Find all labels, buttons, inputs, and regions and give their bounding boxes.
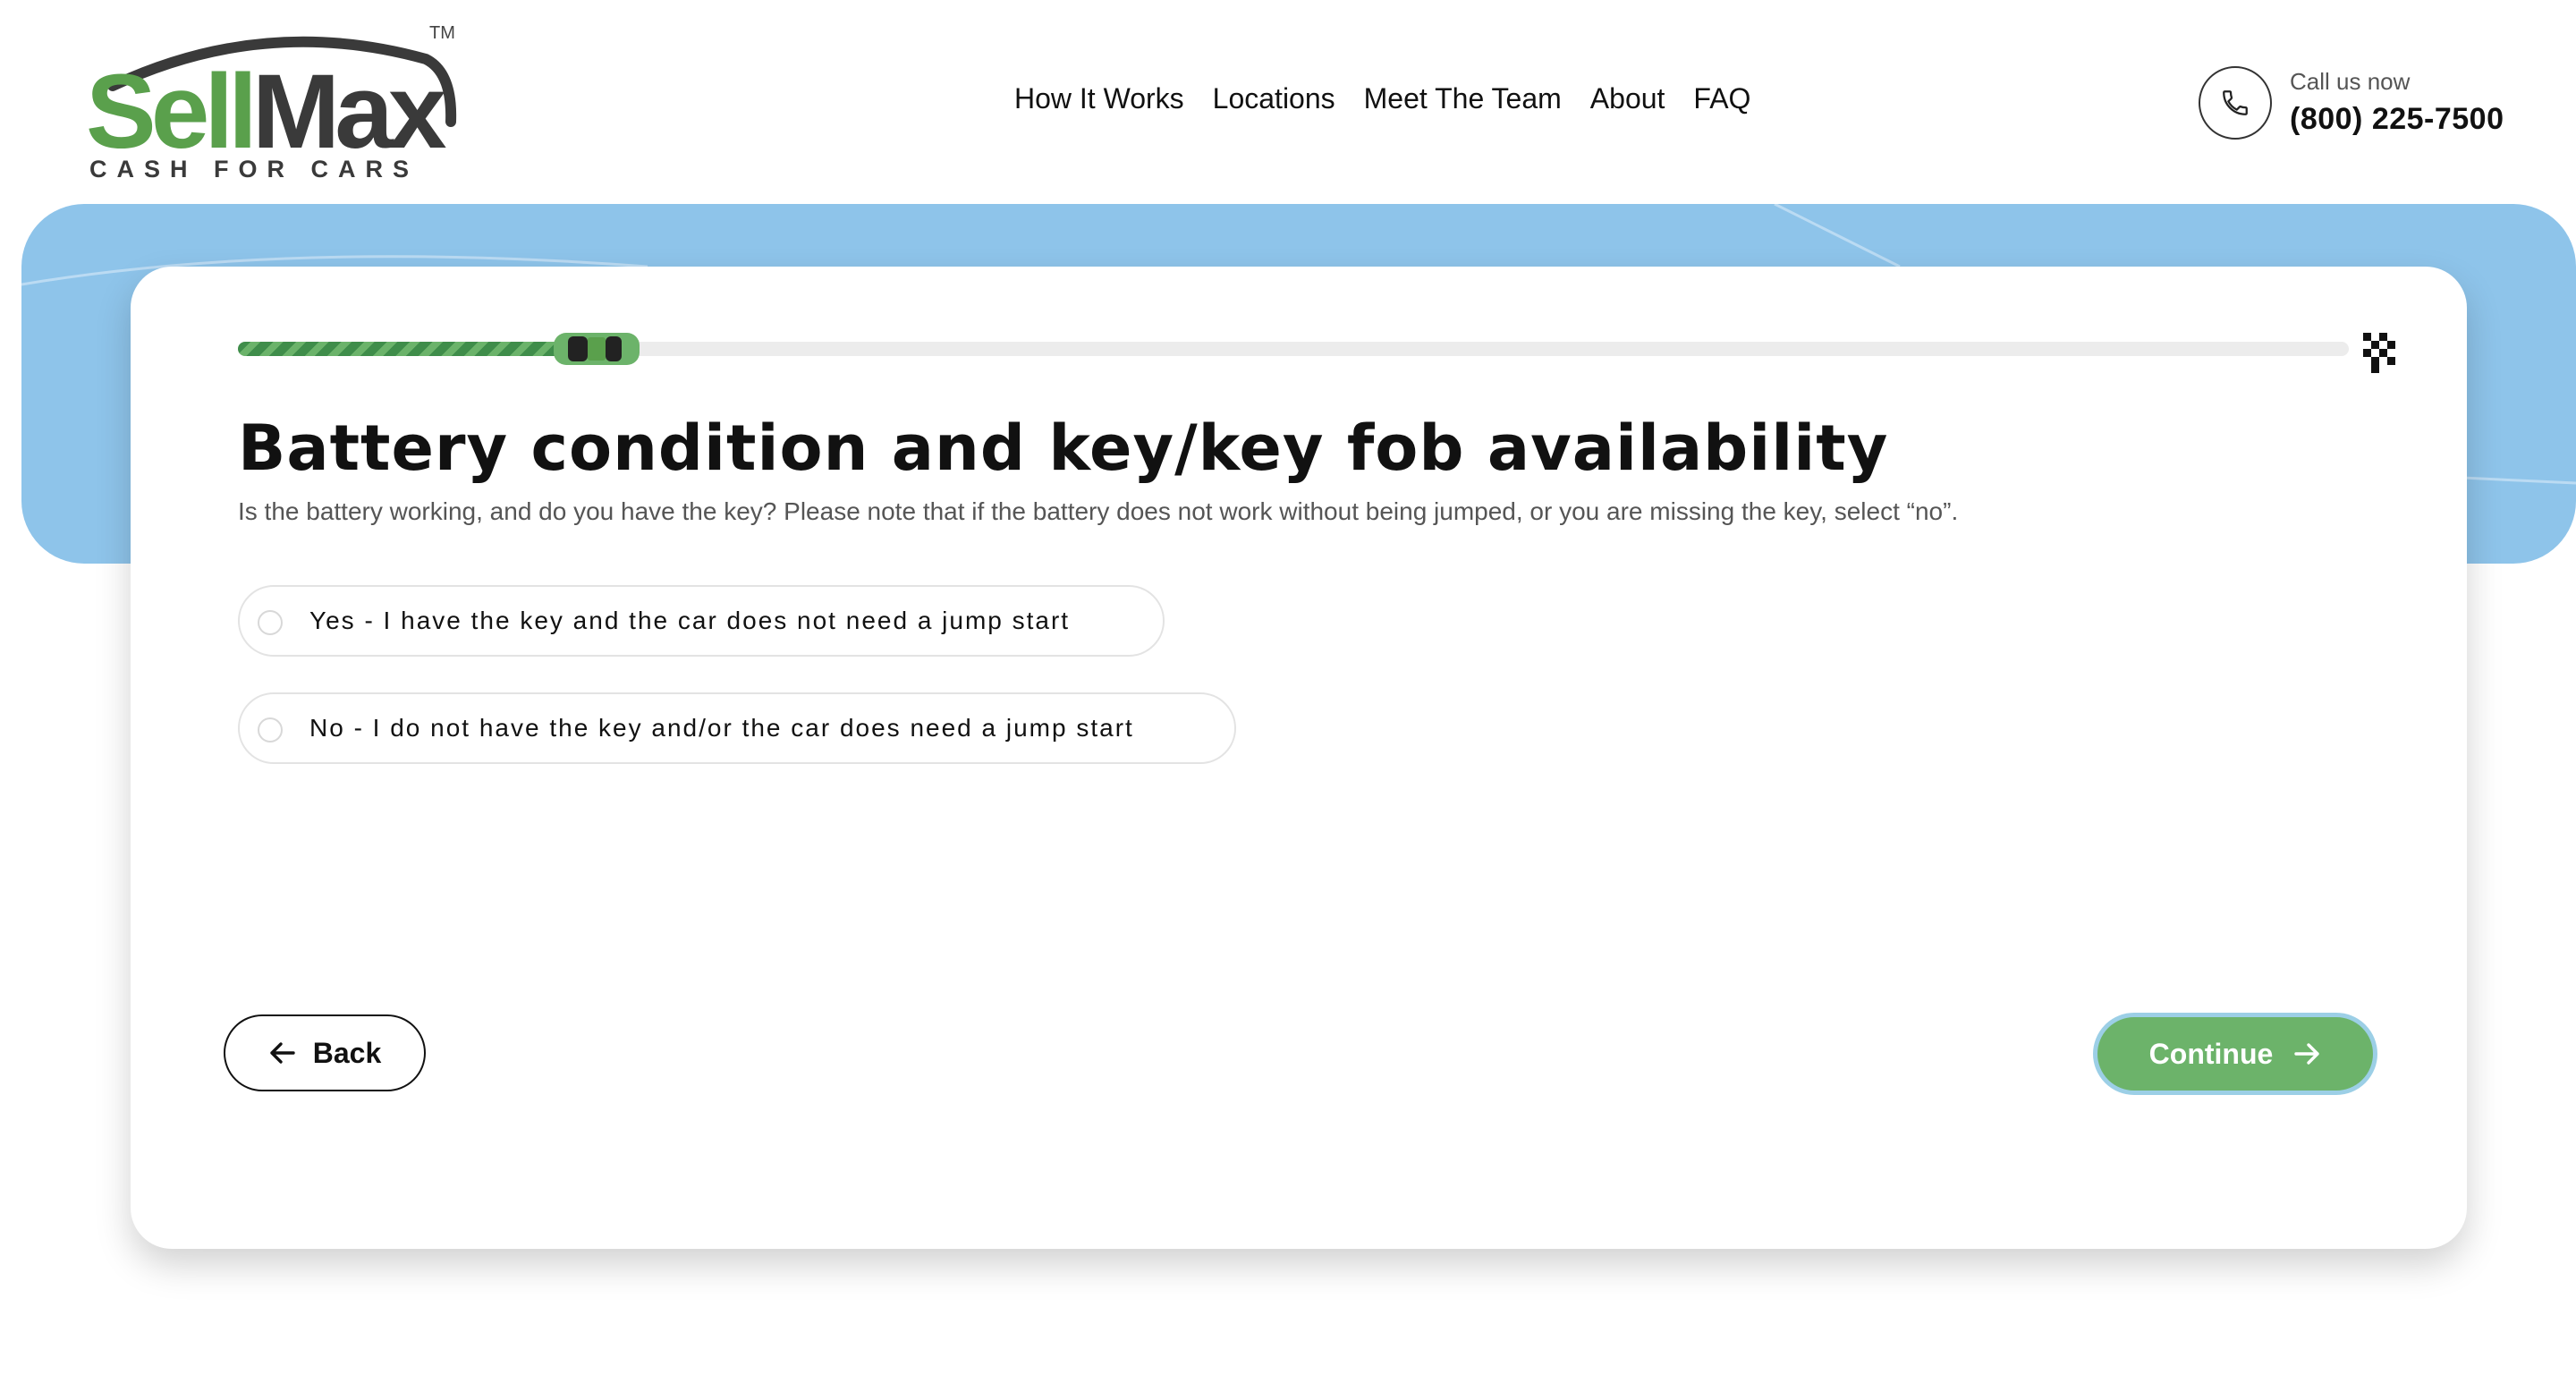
option-no-label: No - I do not have the key and/or the ca…	[309, 714, 1134, 742]
continue-button[interactable]: Continue	[2093, 1013, 2377, 1095]
phone-icon[interactable]	[2199, 66, 2272, 140]
nav-about[interactable]: About	[1590, 82, 1665, 115]
option-yes-label: Yes - I have the key and the car does no…	[309, 607, 1071, 634]
continue-button-label: Continue	[2148, 1037, 2274, 1070]
call-us-label: Call us now	[2290, 68, 2411, 95]
logo-tagline: CASH FOR CARS	[89, 156, 419, 182]
question-description: Is the battery working, and do you have …	[238, 497, 1959, 525]
sellmax-logo[interactable]: SellMax CASH FOR CARS TM	[86, 23, 462, 184]
site-header: SellMax CASH FOR CARS TM How It Works Lo…	[0, 0, 2576, 204]
question-title: Battery condition and key/key fob availa…	[238, 412, 1889, 485]
nav-faq[interactable]: FAQ	[1693, 82, 1750, 115]
car-icon	[554, 333, 640, 365]
option-no[interactable]: No - I do not have the key and/or the ca…	[238, 692, 1236, 764]
radio-no[interactable]	[258, 717, 283, 743]
arrow-right-icon	[2294, 1043, 2320, 1065]
main-nav: How It Works Locations Meet The Team Abo…	[1014, 82, 1750, 115]
call-us-box[interactable]: Call us now (800) 225-7500	[2199, 66, 2512, 141]
logo-wordmark: SellMax	[86, 53, 446, 171]
nav-how-it-works[interactable]: How It Works	[1014, 82, 1184, 115]
phone-number[interactable]: (800) 225-7500	[2290, 102, 2504, 137]
nav-locations[interactable]: Locations	[1213, 82, 1335, 115]
radio-yes[interactable]	[258, 610, 283, 635]
back-button-label: Back	[312, 1036, 382, 1069]
arrow-left-icon	[270, 1042, 295, 1064]
nav-meet-the-team[interactable]: Meet The Team	[1364, 82, 1562, 115]
checkered-flag-icon	[2360, 329, 2399, 376]
question-card: Battery condition and key/key fob availa…	[131, 267, 2467, 1249]
trademark-mark: TM	[429, 23, 455, 43]
progress-bar	[238, 329, 2399, 376]
option-yes[interactable]: Yes - I have the key and the car does no…	[238, 585, 1165, 657]
back-button[interactable]: Back	[224, 1014, 426, 1091]
